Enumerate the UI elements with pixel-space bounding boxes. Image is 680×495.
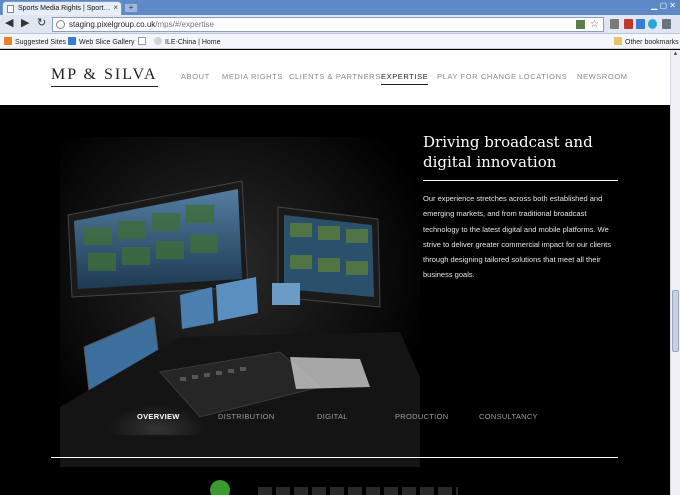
bookmark-suggested-sites[interactable]: Suggested Sites: [4, 37, 66, 47]
page-scrollbar[interactable]: ▲: [670, 50, 680, 495]
bookmark-label: Suggested Sites: [15, 39, 66, 46]
address-bar[interactable]: staging.pixelgroup.co.uk/mps/#/expertise…: [52, 17, 604, 32]
page-icon: [56, 20, 65, 29]
hero-body-text: Our experience stretches across both est…: [423, 194, 611, 280]
tab-title: Sports Media Rights | Sport…: [18, 5, 111, 12]
back-arrow-icon[interactable]: ◀: [5, 17, 13, 30]
site-header: MP & SILVA ABOUT MEDIA RIGHTS CLIENTS & …: [0, 50, 670, 105]
section-divider: [51, 457, 618, 458]
headline-divider: [423, 180, 618, 181]
web-slice-icon: [68, 37, 76, 45]
tab-production[interactable]: PRODUCTION: [395, 412, 448, 421]
url-host: staging.pixelgroup.co.uk: [69, 20, 156, 29]
skype-icon[interactable]: [648, 19, 657, 29]
new-tab-button[interactable]: +: [124, 3, 138, 13]
nav-newsroom[interactable]: NEWSROOM: [577, 72, 628, 81]
wrench-icon[interactable]: [662, 19, 671, 29]
bookmark-ile-china[interactable]: ILE-China | Home: [154, 37, 221, 47]
folder-icon: [614, 37, 622, 45]
tab-overview[interactable]: OVERVIEW: [137, 412, 180, 421]
site-logo[interactable]: MP & SILVA: [51, 66, 158, 87]
extension-blue-icon[interactable]: [636, 19, 645, 29]
nav-media-rights[interactable]: MEDIA RIGHTS: [222, 72, 283, 81]
nav-about[interactable]: ABOUT: [181, 72, 210, 81]
nav-clients-partners[interactable]: CLIENTS & PARTNERS: [289, 72, 381, 81]
other-bookmarks[interactable]: Other bookmarks: [614, 37, 679, 47]
reload-icon[interactable]: ↻: [37, 17, 46, 30]
globe-icon: [154, 37, 162, 45]
tab-strip: Sports Media Rights | Sport… × + ▁ ▢ ✕: [0, 0, 680, 15]
nav-expertise[interactable]: EXPERTISE: [381, 72, 429, 85]
bookmark-web-slice-gallery[interactable]: Web Slice Gallery: [68, 37, 135, 47]
flag-icon[interactable]: [576, 20, 585, 29]
page-menu-icon[interactable]: [610, 19, 619, 29]
scroll-up-arrow-icon[interactable]: ▲: [671, 50, 680, 59]
tab-distribution[interactable]: DISTRIBUTION: [218, 412, 275, 421]
nav-locations[interactable]: LOCATIONS: [519, 72, 567, 81]
partner-logo-wordmark: [258, 487, 458, 495]
forward-arrow-icon[interactable]: ▶: [21, 17, 29, 30]
tab-digital[interactable]: DIGITAL: [317, 412, 348, 421]
suggested-sites-icon: [4, 37, 12, 45]
nav-play-for-change[interactable]: PLAY FOR CHANGE: [437, 72, 517, 81]
browser-tab[interactable]: Sports Media Rights | Sport… ×: [2, 1, 122, 15]
hero-headline: Driving broadcast and digital innovation: [423, 133, 593, 171]
bookmark-page-icon[interactable]: [138, 37, 149, 47]
url-path: /mps/#/expertise: [155, 20, 214, 29]
bookmarks-bar: Suggested Sites Web Slice Gallery ILE-Ch…: [0, 34, 680, 49]
extension-red-icon[interactable]: [624, 19, 633, 29]
page-favicon-icon: [7, 5, 14, 13]
expertise-hero: Driving broadcast and digital innovation…: [0, 105, 670, 495]
blank-page-icon: [138, 37, 146, 45]
window-controls[interactable]: ▁ ▢ ✕: [651, 1, 676, 10]
bookmark-label: Web Slice Gallery: [79, 39, 135, 46]
bookmark-label: ILE-China | Home: [165, 39, 221, 46]
close-tab-icon[interactable]: ×: [113, 4, 118, 12]
bookmark-label: Other bookmarks: [625, 39, 679, 46]
scrollbar-thumb[interactable]: [672, 290, 679, 352]
browser-toolbar: ◀ ▶ ↻ staging.pixelgroup.co.uk/mps/#/exp…: [0, 15, 680, 34]
bookmark-star-icon[interactable]: ☆: [590, 18, 599, 31]
partner-logo-icon: [210, 480, 230, 495]
tab-consultancy[interactable]: CONSULTANCY: [479, 412, 538, 421]
